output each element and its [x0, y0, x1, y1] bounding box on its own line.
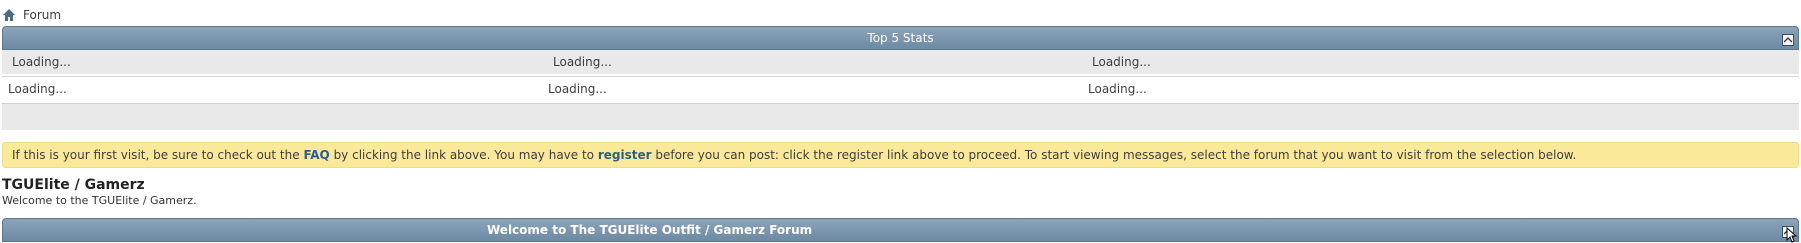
- forum-title: TGUElite / Gamerz: [2, 177, 145, 193]
- welcome-title[interactable]: Welcome to The TGUElite Outfit / Gamerz …: [487, 219, 812, 241]
- stats-cell: Loading...: [1092, 55, 1151, 69]
- first-visit-notice: If this is your first visit, be sure to …: [2, 142, 1799, 168]
- chevron-up-icon: [1784, 37, 1792, 43]
- home-icon[interactable]: [2, 8, 16, 22]
- notice-text: If this is your first visit, be sure to …: [12, 148, 304, 162]
- mouse-cursor-icon: [1786, 227, 1798, 243]
- breadcrumb-forum[interactable]: Forum: [23, 8, 61, 22]
- stats-header: Top 5 Stats: [2, 26, 1799, 50]
- forum-description: Welcome to the TGUElite / Gamerz.: [2, 194, 197, 207]
- stats-cell: Loading...: [1088, 82, 1147, 96]
- stats-footer: [2, 103, 1799, 130]
- register-link[interactable]: register: [598, 148, 652, 162]
- stats-title: Top 5 Stats: [867, 31, 934, 45]
- stats-row: Loading... Loading... Loading...: [2, 76, 1799, 100]
- stats-cell: Loading...: [8, 82, 67, 96]
- faq-link[interactable]: FAQ: [303, 148, 329, 162]
- breadcrumb: Forum: [2, 7, 61, 23]
- welcome-category-header: Welcome to The TGUElite Outfit / Gamerz …: [2, 218, 1799, 243]
- notice-text: by clicking the link above. You may have…: [329, 148, 598, 162]
- notice-text: before you can post: click the register …: [651, 148, 1577, 162]
- stats-cell: Loading...: [548, 82, 607, 96]
- stats-row: Loading... Loading... Loading...: [2, 50, 1799, 74]
- stats-cell: Loading...: [553, 55, 612, 69]
- stats-cell: Loading...: [12, 55, 71, 69]
- collapse-stats-button[interactable]: [1782, 34, 1794, 46]
